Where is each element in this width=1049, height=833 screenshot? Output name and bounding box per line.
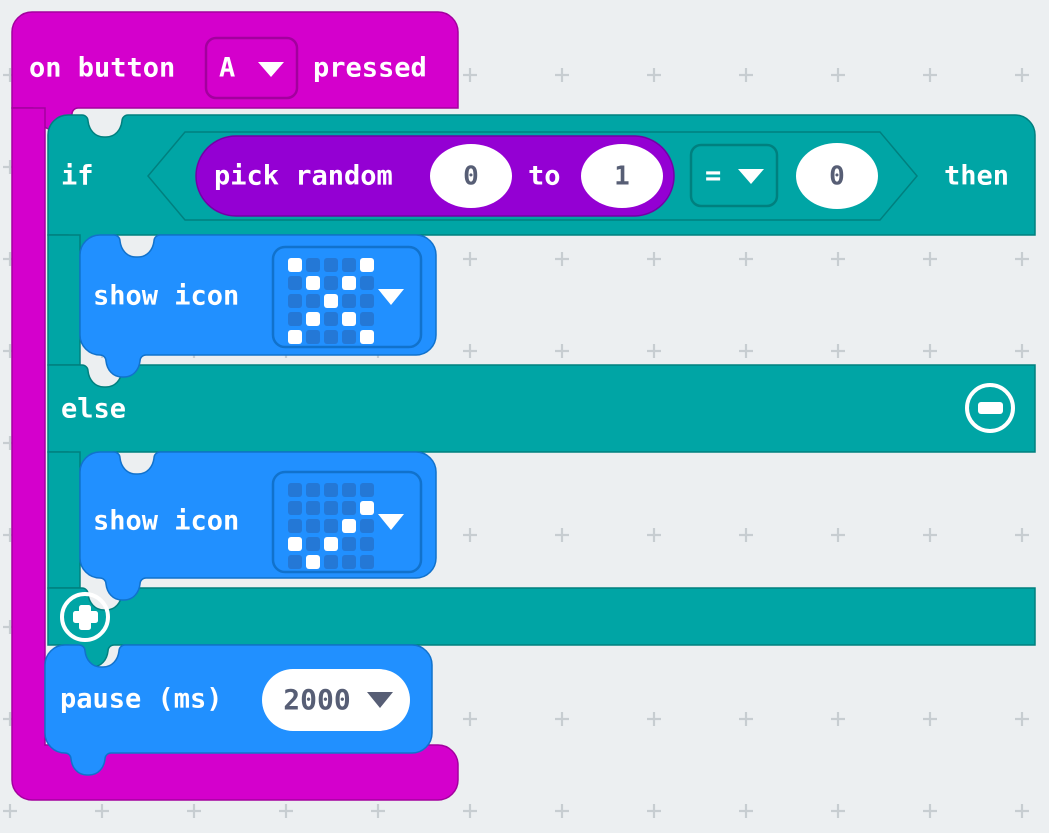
pick-random-to-label: to: [528, 161, 561, 192]
button-dropdown-field[interactable]: A: [204, 36, 299, 100]
event-label-pressed: pressed: [313, 53, 427, 84]
show-icon-block-else[interactable]: show icon: [79, 451, 437, 601]
operator-dropdown-field[interactable]: =: [689, 143, 779, 208]
show-icon-label-then: show icon: [93, 281, 239, 312]
pick-random-from-value: 0: [463, 162, 479, 192]
comparison-right-operand-field[interactable]: 0: [796, 143, 878, 209]
block-stack[interactable]: on button A pressed if then = 0 pick ran…: [0, 0, 1049, 833]
show-icon-block-then[interactable]: show icon: [79, 234, 437, 378]
pause-value-dropdown-field[interactable]: 2000: [262, 669, 410, 731]
if-else-block[interactable]: if then = 0 pick random 0 to 1 else: [47, 114, 1036, 668]
then-label: then: [944, 161, 1009, 192]
led-matrix-then: [288, 258, 374, 344]
icon-matrix-dropdown-then[interactable]: [271, 245, 423, 349]
show-icon-label-else: show icon: [93, 506, 239, 537]
if-then-body-spine: [47, 234, 81, 366]
event-label-on-button: on button: [29, 53, 175, 84]
comparison-right-operand-value: 0: [829, 162, 845, 192]
pick-random-from-field[interactable]: 0: [430, 144, 512, 208]
if-label: if: [61, 161, 94, 192]
operator-dropdown-value: =: [705, 161, 721, 192]
pick-random-to-value: 1: [614, 162, 630, 192]
button-dropdown-value: A: [219, 53, 235, 84]
pause-label: pause (ms): [60, 684, 223, 715]
pick-random-block[interactable]: pick random 0 to 1: [195, 135, 675, 217]
led-matrix-else: [288, 483, 374, 569]
pick-random-label: pick random: [214, 161, 393, 192]
else-label: else: [61, 394, 126, 425]
blocks-workspace[interactable]: on button A pressed if then = 0 pick ran…: [0, 0, 1049, 833]
icon-matrix-dropdown-else[interactable]: [271, 470, 423, 574]
pause-value: 2000: [283, 683, 350, 716]
if-else-body-spine: [47, 451, 81, 589]
pick-random-to-field[interactable]: 1: [581, 144, 663, 208]
